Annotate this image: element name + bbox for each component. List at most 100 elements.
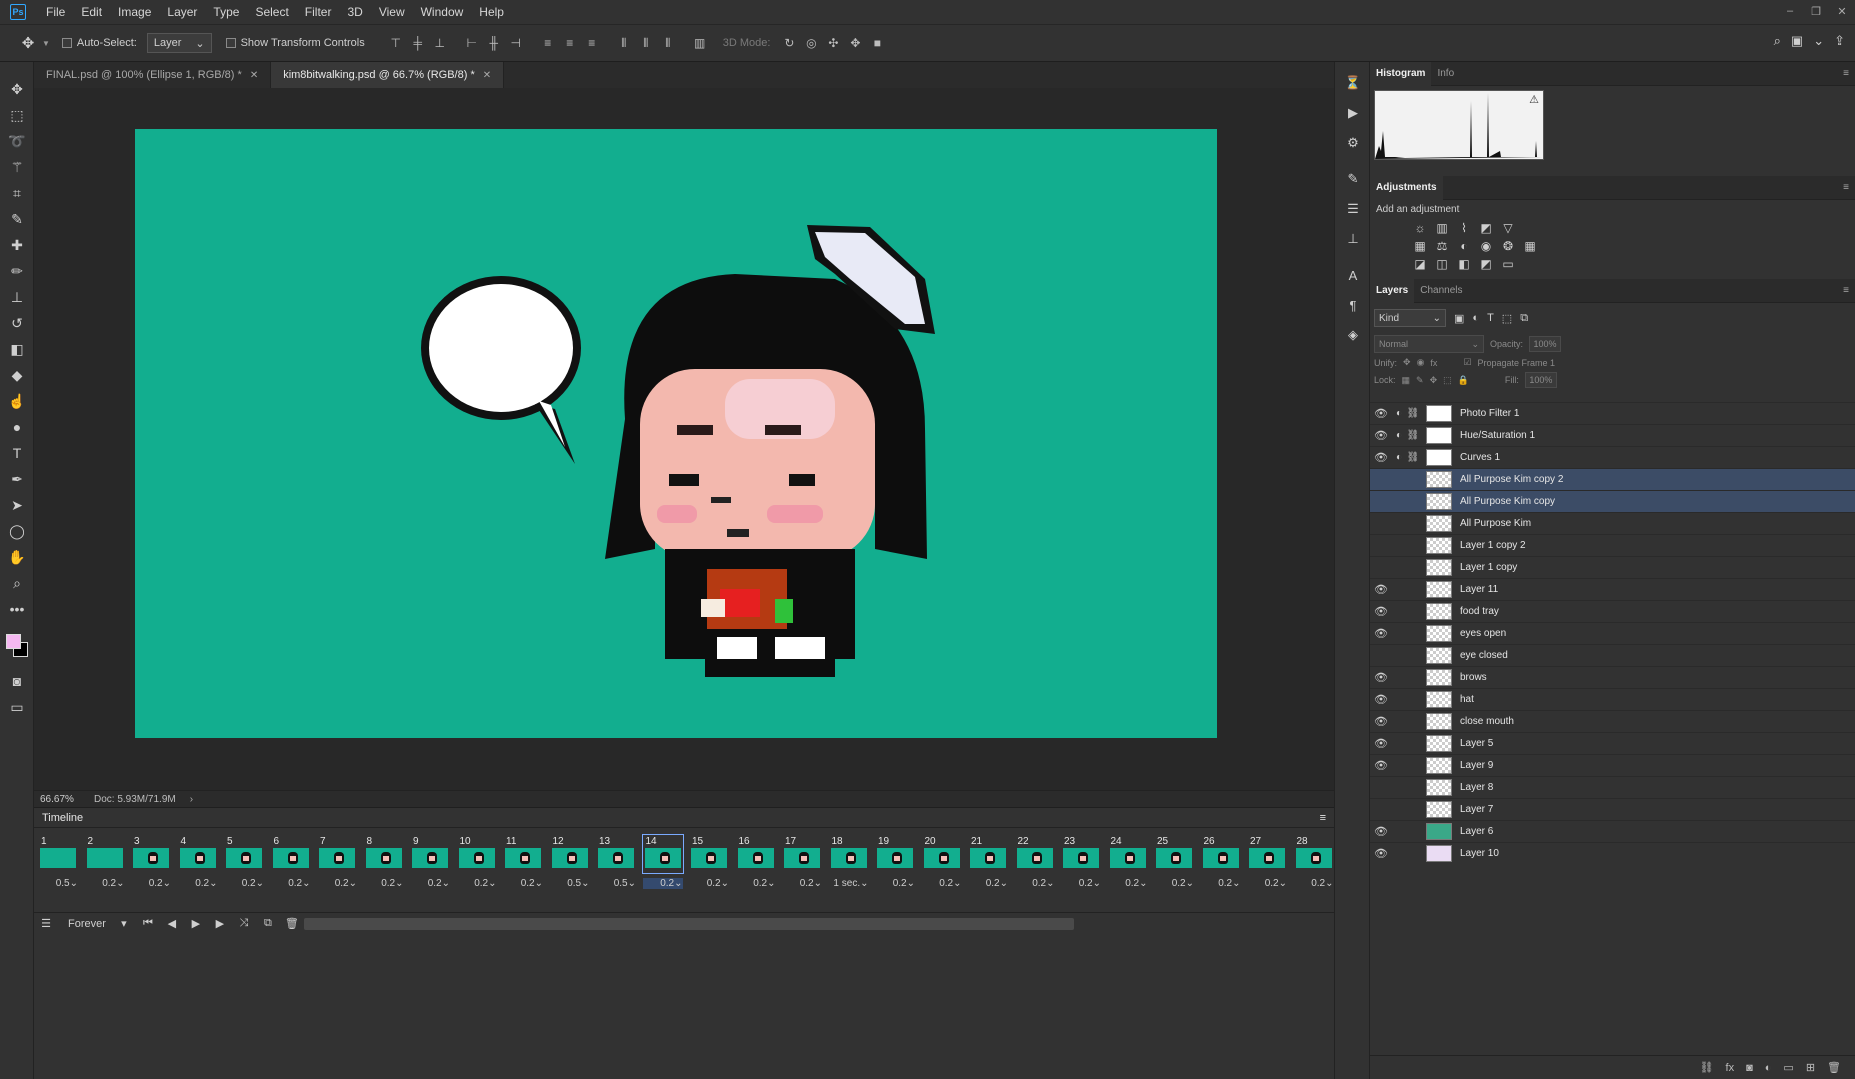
visibility-eye-icon[interactable]: 👁 <box>1370 473 1392 486</box>
timeline-frame[interactable]: 7 0.2⌄ <box>317 834 364 892</box>
link-icon[interactable]: ⛓ <box>1406 452 1420 463</box>
align-hcenter-icon[interactable]: ╫ <box>483 32 505 54</box>
align-vcenter-icon[interactable]: ╪ <box>407 32 429 54</box>
menu-select[interactable]: Select <box>247 0 296 24</box>
align-top-icon[interactable]: ⊤ <box>385 32 407 54</box>
timeline-frame[interactable]: 15 0.2⌄ <box>689 834 736 892</box>
menu-file[interactable]: File <box>38 0 73 24</box>
history-icon[interactable]: ⏳ <box>1335 68 1371 98</box>
frame-delay[interactable]: 0.2⌄ <box>1108 878 1147 889</box>
unify-position-icon[interactable]: ✥ <box>1403 357 1411 368</box>
layer-row[interactable]: 👁 ◐ ⛓ Photo Filter 1 <box>1370 402 1855 424</box>
chevron-right-icon[interactable]: › <box>190 794 193 805</box>
exposure-icon[interactable]: ◩ <box>1478 221 1494 235</box>
timeline-frame[interactable]: 11 0.2⌄ <box>503 834 550 892</box>
visibility-eye-icon[interactable]: 👁 <box>1370 451 1392 464</box>
layer-row[interactable]: 👁 ◐ ⛓ Curves 1 <box>1370 446 1855 468</box>
distribute-left-icon[interactable]: ⦀ <box>613 32 635 54</box>
chevron-down-icon[interactable]: ▾ <box>112 917 136 930</box>
frame-delay[interactable]: 0.2⌄ <box>1247 878 1287 889</box>
posterize-icon[interactable]: ◫ <box>1434 257 1450 271</box>
brushes-icon[interactable]: ✎ <box>1335 164 1371 194</box>
photo-filter-icon[interactable]: ◉ <box>1478 239 1494 253</box>
layer-row[interactable]: 👁 Layer 8 <box>1370 776 1855 798</box>
chevron-down-icon[interactable]: ⌄ <box>1813 33 1824 49</box>
timeline-frame[interactable]: 24 0.2⌄ <box>1108 834 1155 892</box>
visibility-eye-icon[interactable]: 👁 <box>1370 671 1392 684</box>
document-canvas[interactable] <box>135 129 1217 738</box>
panel-menu-icon[interactable]: ≡ <box>1843 68 1849 79</box>
frame-delay[interactable]: 0.2⌄ <box>1154 878 1194 889</box>
layer-row[interactable]: 👁 All Purpose Kim copy 2 <box>1370 468 1855 490</box>
fill-input[interactable]: 100% <box>1524 372 1557 388</box>
timeline-frame[interactable]: 2 0.2⌄ <box>85 834 132 892</box>
history-brush-tool-icon[interactable]: ↺ <box>0 310 34 336</box>
filter-type-icon[interactable]: T <box>1487 312 1494 324</box>
tab-layers[interactable]: Layers <box>1370 278 1415 303</box>
threshold-icon[interactable]: ◧ <box>1456 257 1472 271</box>
timeline-frame[interactable]: 13 0.5⌄ <box>596 834 643 892</box>
lock-pixels-icon[interactable]: ✎ <box>1416 375 1424 386</box>
timeline-scrollbar[interactable] <box>304 918 1074 930</box>
timeline-frame[interactable]: 26 0.2⌄ <box>1201 834 1248 892</box>
show-transform-checkbox[interactable]: Show Transform Controls <box>225 37 365 49</box>
frame-delay[interactable]: 0.2⌄ <box>85 878 124 889</box>
layer-row[interactable]: 👁 All Purpose Kim copy <box>1370 490 1855 512</box>
magic-wand-tool-icon[interactable]: ⚚ <box>0 154 34 180</box>
lock-transparency-icon[interactable]: ▦ <box>1402 375 1411 386</box>
canvas-area[interactable] <box>34 88 1334 790</box>
minimize-button[interactable]: – <box>1777 0 1803 22</box>
link-icon[interactable]: ⛓ <box>1406 430 1420 441</box>
frame-delay[interactable]: 0.2⌄ <box>271 878 310 889</box>
visibility-eye-icon[interactable]: 👁 <box>1370 781 1392 794</box>
close-window-button[interactable]: ✕ <box>1829 0 1855 22</box>
auto-align-icon[interactable]: ▥ <box>689 32 711 54</box>
warning-icon[interactable]: ⚠ <box>1529 93 1539 106</box>
frame-delay[interactable]: 0.2⌄ <box>782 878 822 889</box>
filter-pixel-icon[interactable]: ▣ <box>1454 312 1464 325</box>
close-icon[interactable]: ✕ <box>483 70 491 81</box>
frame-delay[interactable]: 0.5⌄ <box>550 878 589 889</box>
black-white-icon[interactable]: ◐ <box>1456 239 1472 253</box>
filter-shape-icon[interactable]: ⬚ <box>1502 312 1512 325</box>
visibility-eye-icon[interactable]: 👁 <box>1370 429 1392 442</box>
frame-delay[interactable]: 0.5⌄ <box>596 878 636 889</box>
actions-icon[interactable]: ▶ <box>1335 98 1371 128</box>
gradient-map-icon[interactable]: ▭ <box>1500 257 1516 271</box>
delete-layer-icon[interactable]: 🗑 <box>1827 1061 1841 1074</box>
layer-row[interactable]: 👁 All Purpose Kim <box>1370 512 1855 534</box>
menu-layer[interactable]: Layer <box>159 0 205 24</box>
smudge-tool-icon[interactable]: ☝ <box>0 388 34 414</box>
timeline-frame[interactable]: 4 0.2⌄ <box>178 834 225 892</box>
new-layer-icon[interactable]: ⊞ <box>1806 1061 1815 1074</box>
frame-delay[interactable]: 0.2⌄ <box>410 878 450 889</box>
next-frame-icon[interactable]: ▶ <box>208 917 232 930</box>
frame-delay[interactable]: 0.2⌄ <box>503 878 543 889</box>
color-lookup-icon[interactable]: ▦ <box>1522 239 1538 253</box>
filter-smart-icon[interactable]: ⧉ <box>1520 312 1528 325</box>
layer-row[interactable]: 👁 eyes open <box>1370 622 1855 644</box>
timeline-frame[interactable]: 8 0.2⌄ <box>364 834 411 892</box>
blend-mode-dropdown[interactable]: Normal ⌄ <box>1374 335 1484 353</box>
layer-row[interactable]: 👁 Layer 1 copy 2 <box>1370 534 1855 556</box>
tab-histogram[interactable]: Histogram <box>1370 61 1432 86</box>
frame-delay[interactable]: 0.2⌄ <box>689 878 729 889</box>
pen-tool-icon[interactable]: ✒ <box>0 466 34 492</box>
panel-menu-icon[interactable]: ≡ <box>1843 182 1849 193</box>
hue-saturation-icon[interactable]: ▦ <box>1412 239 1428 253</box>
frame-delay[interactable]: 0.2⌄ <box>1294 878 1333 889</box>
brightness-icon[interactable]: ☼ <box>1412 221 1428 235</box>
first-frame-icon[interactable]: ⏮ <box>136 917 160 930</box>
layer-filter-kind[interactable]: Kind ⌄ <box>1374 309 1446 327</box>
frame-delay[interactable]: 0.2⌄ <box>224 878 264 889</box>
new-adjustment-icon[interactable]: ◐ <box>1765 1062 1772 1074</box>
delete-frame-icon[interactable]: 🗑 <box>280 917 304 930</box>
timeline-frame[interactable]: 21 0.2⌄ <box>968 834 1015 892</box>
frame-delay[interactable]: 0.2⌄ <box>922 878 961 889</box>
eyedropper-tool-icon[interactable]: ✎ <box>0 206 34 232</box>
visibility-eye-icon[interactable]: 👁 <box>1370 583 1392 596</box>
unify-style-icon[interactable]: fx <box>1430 358 1437 368</box>
type-tool-icon[interactable]: T <box>0 440 34 466</box>
move-tool-icon[interactable]: ✥ <box>14 31 42 55</box>
layer-row[interactable]: 👁 Layer 11 <box>1370 578 1855 600</box>
